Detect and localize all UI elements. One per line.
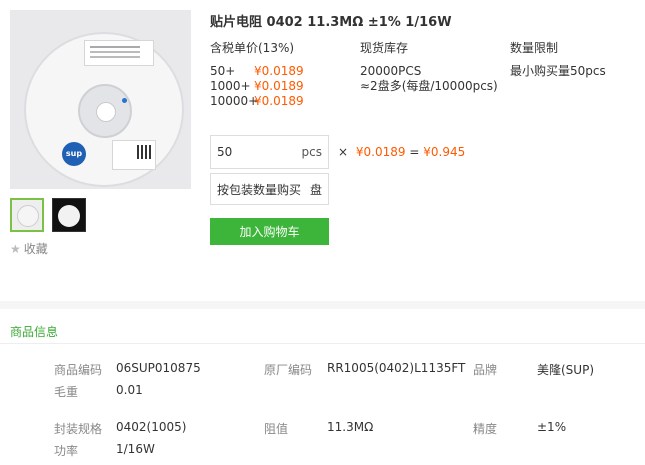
times-sign: × <box>338 145 349 159</box>
spec-key: 毛重 <box>54 385 79 399</box>
star-icon: ★ <box>10 241 21 256</box>
stock-reels: ≈2盘多(每盘/10000pcs) <box>360 79 498 93</box>
price-tiers: 50+ ¥0.0189 1000+ ¥0.0189 10000+ ¥0.0189 <box>210 64 304 109</box>
equals-sign: = <box>409 145 420 159</box>
product-gallery: sup <box>10 10 191 232</box>
limit-header: 数量限制 <box>510 41 559 55</box>
pack-quantity-input[interactable]: 按包装数量购买 盘 <box>210 173 329 205</box>
spec-value: 11.3MΩ <box>327 420 374 434</box>
min-order: 最小购买量50pcs <box>510 64 606 78</box>
tier-qty: 1000+ <box>210 79 251 93</box>
thumbnail-list <box>10 198 191 232</box>
spec-key: 精度 <box>473 422 498 436</box>
reel-image <box>24 32 184 187</box>
reel-hub <box>78 84 132 138</box>
tier-price: ¥0.0189 <box>254 79 304 93</box>
spec-value: RR1005(0402)L1135FT <box>327 361 466 375</box>
reel-label <box>84 40 154 66</box>
price-tier: 1000+ ¥0.0189 <box>210 79 304 94</box>
tier-qty: 10000+ <box>210 94 259 108</box>
product-info-title: 商品信息 <box>10 325 59 339</box>
spec-value: 1/16W <box>116 442 155 456</box>
spec-value: 0402(1005) <box>116 420 187 434</box>
price-tier: 10000+ ¥0.0189 <box>210 94 304 109</box>
quantity-value[interactable]: 50 <box>217 145 232 159</box>
tier-price: ¥0.0189 <box>254 94 304 108</box>
favorite-label: 收藏 <box>23 242 48 256</box>
section-divider <box>0 301 645 309</box>
price-calculation: × ¥0.0189 = ¥0.945 <box>338 145 465 159</box>
stock-quantity: 20000PCS <box>360 64 422 78</box>
spec-key: 阻值 <box>264 422 289 436</box>
spec-value: 0.01 <box>116 383 143 397</box>
tier-price: ¥0.0189 <box>254 64 304 78</box>
price-tier: 50+ ¥0.0189 <box>210 64 304 79</box>
stock-info: 20000PCS ≈2盘多(每盘/10000pcs) <box>360 64 498 94</box>
pack-unit: 盘 <box>309 182 322 197</box>
tier-qty: 50+ <box>210 64 236 78</box>
reel-qr-label <box>112 140 156 170</box>
spec-value: 06SUP010875 <box>116 361 201 375</box>
calc-total: ¥0.945 <box>423 145 466 159</box>
spec-key: 品牌 <box>473 363 498 377</box>
spec-value: 美隆(SUP) <box>537 363 595 377</box>
quantity-input[interactable]: 50 pcs <box>210 135 329 169</box>
quantity-unit: pcs <box>301 145 322 159</box>
thumbnail-1[interactable] <box>10 198 44 232</box>
spec-value: ±1% <box>537 420 567 434</box>
spec-key: 原厂编码 <box>264 363 313 377</box>
add-to-cart-button[interactable]: 加入购物车 <box>210 218 329 245</box>
thumbnail-2[interactable] <box>52 198 86 232</box>
sup-logo: sup <box>62 142 86 166</box>
price-header: 含税单价(13%) <box>210 41 295 55</box>
spec-key: 商品编码 <box>54 363 103 377</box>
section-underline <box>0 343 645 344</box>
stock-header: 现货库存 <box>360 41 409 55</box>
spec-key: 功率 <box>54 444 79 458</box>
calc-unit-price: ¥0.0189 <box>355 145 406 159</box>
pack-label: 按包装数量购买 <box>217 182 302 197</box>
favorite-button[interactable]: ★ 收藏 <box>10 240 48 257</box>
reel-dot <box>122 98 127 103</box>
product-title: 贴片电阻 0402 11.3MΩ ±1% 1/16W <box>210 15 452 30</box>
product-main-image[interactable]: sup <box>10 10 191 189</box>
limit-info: 最小购买量50pcs <box>510 64 606 79</box>
spec-key: 封装规格 <box>54 422 103 436</box>
